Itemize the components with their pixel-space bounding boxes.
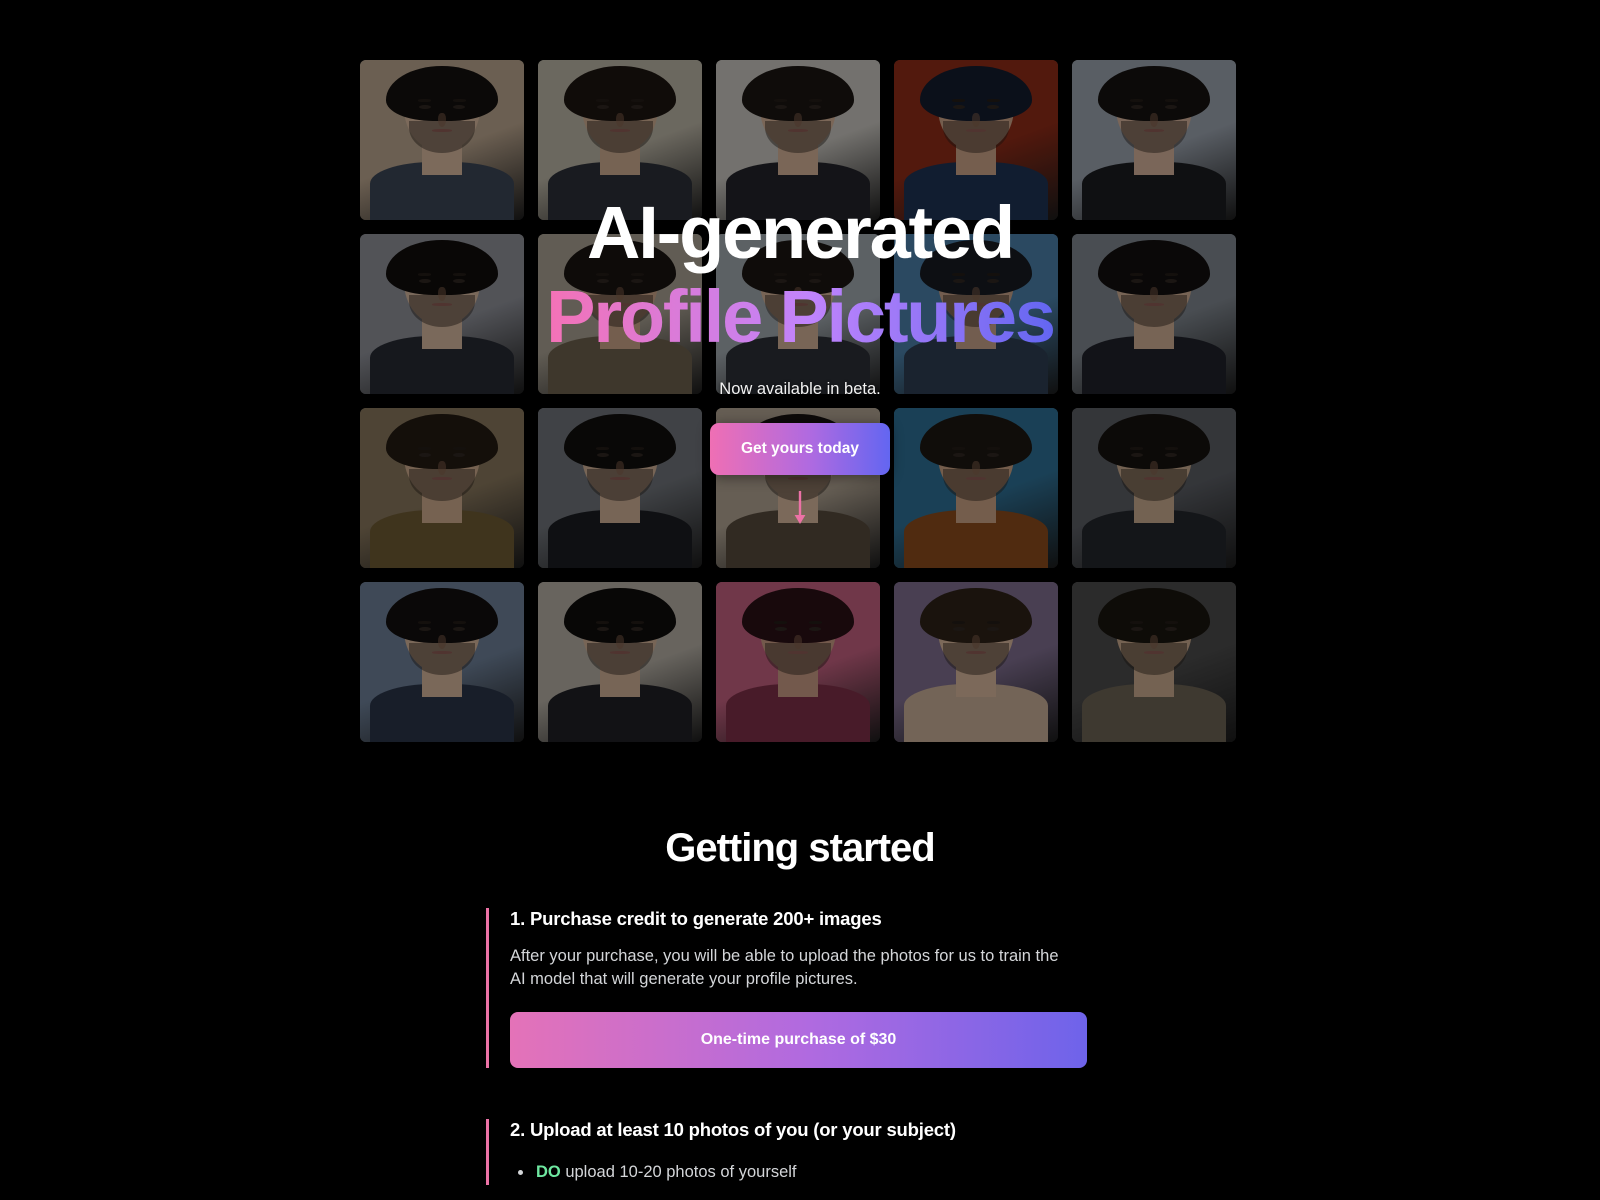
portrait-dim-overlay — [716, 582, 880, 742]
do-label: DO — [536, 1162, 561, 1181]
portrait-tile — [538, 408, 702, 568]
portrait-tile — [716, 60, 880, 220]
portrait-tile — [538, 60, 702, 220]
portrait-tile — [894, 408, 1058, 568]
portrait-dim-overlay — [894, 234, 1058, 394]
portrait-dim-overlay — [1072, 234, 1236, 394]
getting-started-heading: Getting started — [665, 826, 935, 870]
getting-started-steps: 1. Purchase credit to generate 200+ imag… — [486, 908, 1087, 1185]
portrait-tile — [716, 582, 880, 742]
portrait-dim-overlay — [360, 60, 524, 220]
step-2-bullets: DO upload 10-20 photos of yourself — [510, 1160, 1086, 1185]
portrait-dim-overlay — [894, 408, 1058, 568]
portrait-dim-overlay — [716, 234, 880, 394]
portrait-tile — [894, 234, 1058, 394]
step-1: 1. Purchase credit to generate 200+ imag… — [486, 908, 1087, 1068]
portrait-dim-overlay — [360, 234, 524, 394]
list-item-text: upload 10-20 photos of yourself — [560, 1162, 797, 1181]
portrait-dim-overlay — [360, 408, 524, 568]
portrait-tile — [538, 234, 702, 394]
portrait-dim-overlay — [538, 234, 702, 394]
get-yours-today-button[interactable]: Get yours today — [710, 423, 890, 475]
hero-section: AI-generated Profile Pictures Now availa… — [0, 0, 1600, 790]
portrait-tile — [894, 60, 1058, 220]
portrait-tile — [1072, 234, 1236, 394]
portrait-dim-overlay — [360, 582, 524, 742]
portrait-tile — [538, 582, 702, 742]
portrait-tile — [894, 582, 1058, 742]
step-1-title: 1. Purchase credit to generate 200+ imag… — [510, 908, 882, 929]
portrait-dim-overlay — [538, 60, 702, 220]
portrait-dim-overlay — [538, 582, 702, 742]
portrait-dim-overlay — [716, 60, 880, 220]
portrait-tile — [1072, 408, 1236, 568]
portrait-tile — [360, 582, 524, 742]
portrait-dim-overlay — [894, 582, 1058, 742]
portrait-dim-overlay — [1072, 60, 1236, 220]
step-2-title: 2. Upload at least 10 photos of you (or … — [510, 1118, 956, 1140]
step-2: 2. Upload at least 10 photos of you (or … — [486, 1118, 1086, 1185]
portrait-tile — [716, 234, 880, 394]
portrait-tile — [1072, 60, 1236, 220]
portrait-tile — [1072, 582, 1236, 742]
portrait-tile — [360, 408, 524, 568]
portrait-tile — [360, 60, 524, 220]
portrait-gallery-grid — [360, 60, 1236, 742]
portrait-dim-overlay — [894, 60, 1058, 220]
portrait-dim-overlay — [538, 408, 702, 568]
portrait-dim-overlay — [1072, 408, 1236, 568]
one-time-purchase-button[interactable]: One-time purchase of $30 — [510, 1011, 1087, 1068]
step-1-body: After your purchase, you will be able to… — [510, 947, 1059, 989]
list-item: DO upload 10-20 photos of yourself — [510, 1160, 1086, 1185]
portrait-dim-overlay — [1072, 582, 1236, 742]
page-root: AI-generated Profile Pictures Now availa… — [0, 0, 1600, 1200]
portrait-tile — [360, 234, 524, 394]
